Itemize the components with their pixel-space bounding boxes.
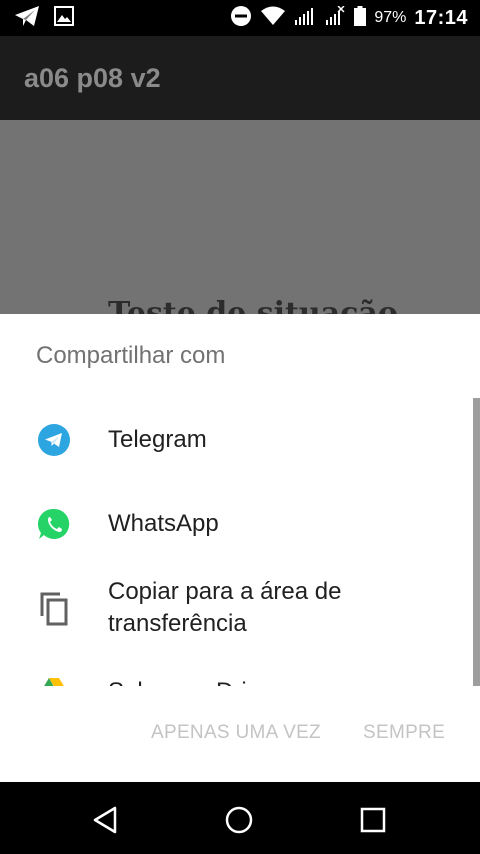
image-notification-icon: [54, 5, 74, 31]
share-target-clipboard[interactable]: Copiar para a área de transferência: [0, 566, 472, 650]
content-heading: Teste de situação: [108, 296, 398, 314]
google-drive-icon: [36, 674, 72, 686]
signal-no-service-icon: [324, 4, 346, 31]
wifi-icon: [260, 6, 286, 31]
home-icon[interactable]: [221, 802, 257, 838]
status-bar: 97% 17:14: [0, 0, 480, 36]
recents-icon[interactable]: [355, 802, 391, 838]
share-target-label: WhatsApp: [108, 510, 219, 537]
status-system: 97% 17:14: [230, 0, 468, 36]
share-target-label: Copiar para a área de transferência: [108, 578, 342, 637]
clock: 17:14: [414, 6, 468, 29]
app-bar: a06 p08 v2: [0, 36, 480, 120]
share-target-telegram[interactable]: Telegram: [0, 398, 472, 482]
share-target-label: Telegram: [108, 426, 207, 453]
share-target-label: Salvar no Drive: [108, 676, 272, 686]
back-icon[interactable]: [88, 802, 124, 838]
share-target-drive[interactable]: Salvar no Drive: [0, 650, 472, 686]
share-sheet: Compartilhar com Telegram WhatsApp Copia…: [0, 314, 480, 782]
do-not-disturb-icon: [230, 5, 252, 32]
share-list-scrollbar[interactable]: [473, 398, 480, 686]
telegram-notification-icon: [14, 5, 40, 32]
navigation-bar: [0, 782, 480, 854]
just-once-button[interactable]: APENAS UMA VEZ: [151, 722, 321, 744]
share-target-whatsapp[interactable]: WhatsApp: [0, 482, 472, 566]
share-sheet-title: Compartilhar com: [36, 342, 226, 369]
share-actions: APENAS UMA VEZ SEMPRE: [0, 714, 480, 758]
signal-icon: [294, 6, 316, 31]
whatsapp-icon: [36, 506, 72, 542]
dimmed-content-scrim[interactable]: Teste de situação: [0, 120, 480, 314]
app-title: a06 p08 v2: [24, 62, 161, 93]
always-button[interactable]: SEMPRE: [363, 722, 445, 744]
status-notifications: [0, 5, 74, 32]
battery-percent: 97%: [374, 9, 407, 26]
copy-icon: [36, 590, 72, 626]
telegram-icon: [36, 422, 72, 458]
battery-icon: [354, 5, 367, 31]
share-target-list: Telegram WhatsApp Copiar para a área de …: [0, 398, 480, 686]
